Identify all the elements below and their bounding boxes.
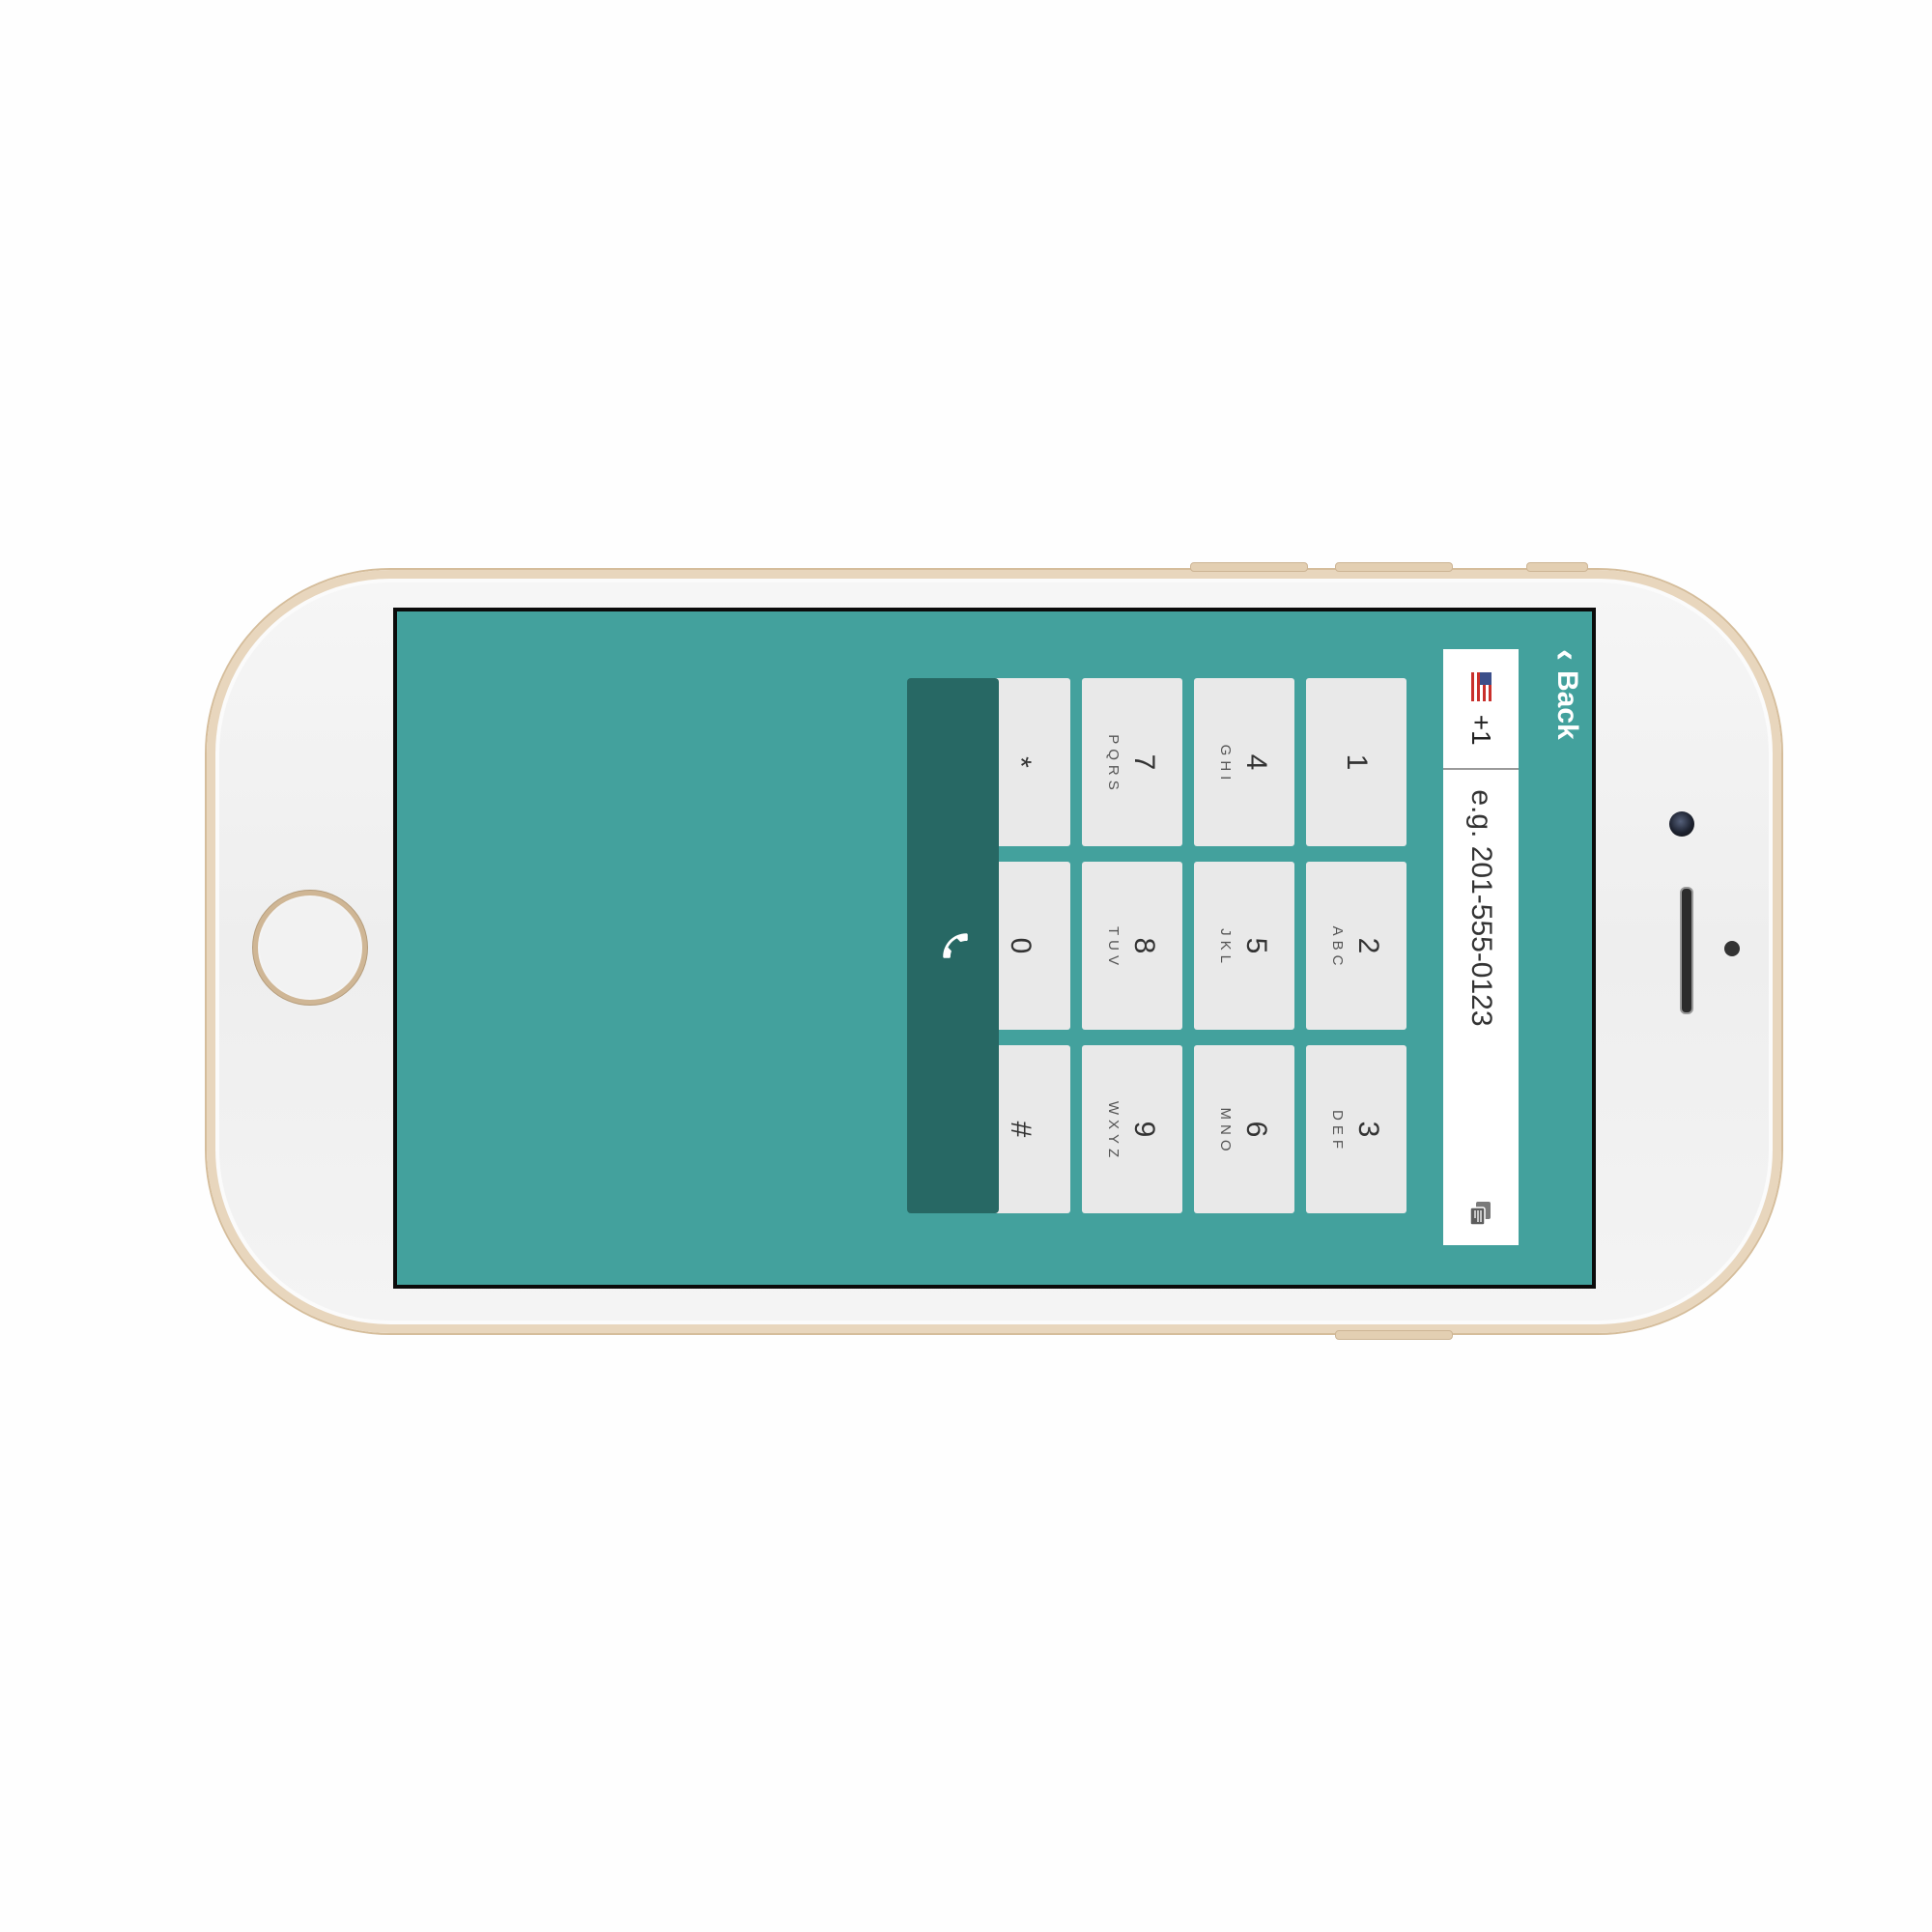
key-3[interactable]: 3 DEF bbox=[1306, 1045, 1406, 1213]
proximity-sensor bbox=[1724, 941, 1740, 956]
key-1[interactable]: 1 bbox=[1306, 678, 1406, 846]
home-button[interactable] bbox=[253, 891, 367, 1005]
key-7[interactable]: 7 PQRS bbox=[1082, 678, 1182, 846]
call-button[interactable] bbox=[907, 678, 999, 1213]
key-letters: ABC bbox=[1329, 925, 1347, 971]
phone-icon bbox=[934, 929, 972, 962]
phone-number-input-group: +1 bbox=[1443, 649, 1519, 1245]
key-digit: 6 bbox=[1240, 1121, 1273, 1138]
key-digit: # bbox=[1005, 1121, 1037, 1138]
phone-number-input[interactable] bbox=[1443, 770, 1519, 1182]
phone-screen: ‹ Back +1 1 bbox=[393, 608, 1596, 1289]
key-digit: 8 bbox=[1128, 937, 1161, 954]
key-letters: GHI bbox=[1217, 744, 1235, 785]
key-digit: * bbox=[1005, 756, 1037, 768]
key-letters: PQRS bbox=[1105, 734, 1122, 795]
country-code-selector[interactable]: +1 bbox=[1443, 649, 1519, 771]
dialer-app: ‹ Back +1 1 bbox=[397, 611, 1592, 1285]
key-digit: 0 bbox=[1005, 937, 1037, 954]
key-letters: MNO bbox=[1217, 1107, 1235, 1156]
key-8[interactable]: 8 TUV bbox=[1082, 862, 1182, 1030]
dial-keypad: 1 2 ABC 3 DEF 4 GHI 5 JKL 6 MNO 7 PQRS 8… bbox=[970, 678, 1406, 1213]
key-6[interactable]: 6 MNO bbox=[1194, 1045, 1294, 1213]
key-letters: WXYZ bbox=[1105, 1100, 1122, 1163]
key-letters: TUV bbox=[1105, 926, 1122, 970]
key-letters: JKL bbox=[1217, 928, 1235, 968]
front-camera bbox=[1669, 811, 1694, 837]
back-button[interactable]: ‹ Back bbox=[1548, 649, 1587, 740]
earpiece-speaker bbox=[1680, 887, 1693, 1014]
key-digit: 4 bbox=[1240, 753, 1273, 771]
key-5[interactable]: 5 JKL bbox=[1194, 862, 1294, 1030]
key-9[interactable]: 9 WXYZ bbox=[1082, 1045, 1182, 1213]
sms-icon[interactable] bbox=[1443, 1181, 1519, 1245]
key-digit: 3 bbox=[1352, 1121, 1385, 1138]
key-digit: 2 bbox=[1352, 937, 1385, 954]
back-label: Back bbox=[1551, 670, 1583, 740]
volume-up-button bbox=[1190, 562, 1308, 572]
volume-down-button bbox=[1335, 562, 1453, 572]
key-4[interactable]: 4 GHI bbox=[1194, 678, 1294, 846]
key-digit: 9 bbox=[1128, 1121, 1161, 1138]
key-digit: 1 bbox=[1341, 753, 1373, 771]
key-digit: 5 bbox=[1240, 937, 1273, 954]
mute-switch bbox=[1526, 562, 1588, 572]
power-button bbox=[1335, 1330, 1453, 1340]
dial-code: +1 bbox=[1466, 714, 1496, 746]
key-letters: DEF bbox=[1329, 1110, 1347, 1153]
key-2[interactable]: 2 ABC bbox=[1306, 862, 1406, 1030]
key-digit: 7 bbox=[1128, 753, 1161, 771]
us-flag-icon bbox=[1470, 671, 1492, 701]
chevron-left-icon: ‹ bbox=[1548, 649, 1587, 661]
